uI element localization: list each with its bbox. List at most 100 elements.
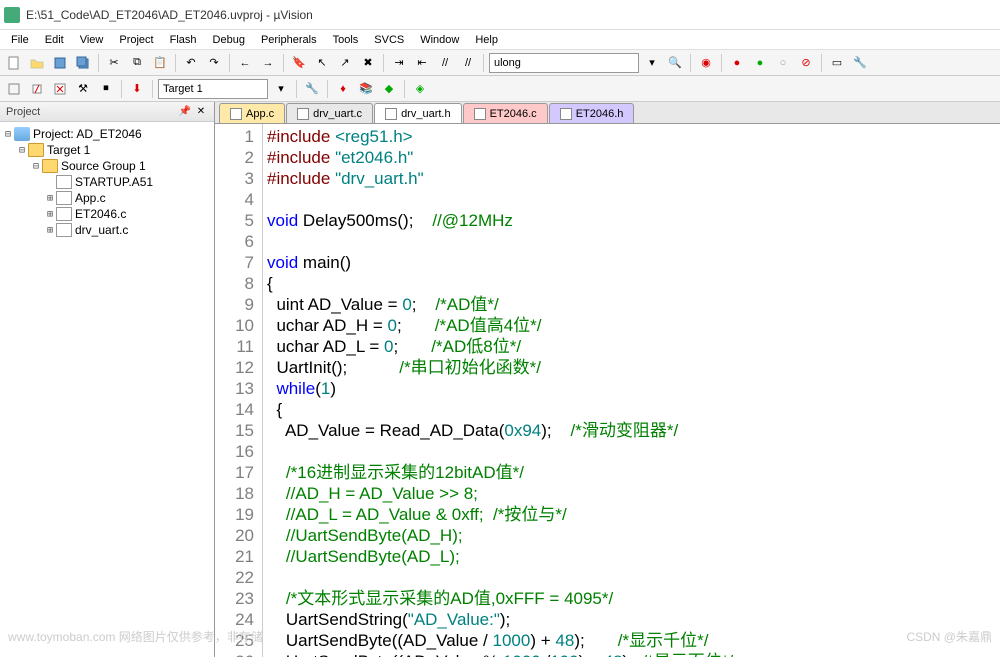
tab-drv_uart-c[interactable]: drv_uart.c — [286, 103, 373, 123]
tab-bar: App.c drv_uart.c drv_uart.h ET2046.c ET2046.… — [215, 102, 1000, 124]
batch-build-icon[interactable]: ⚒ — [73, 79, 93, 99]
project-panel: Project 📌 ✕ ⊟Project: AD_ET2046 ⊟Target … — [0, 102, 215, 657]
editor-area: App.c drv_uart.c drv_uart.h ET2046.c ET2046.… — [215, 102, 1000, 657]
tree-group[interactable]: ⊟Source Group 1 — [2, 158, 212, 174]
books-icon[interactable]: 📚 — [356, 79, 376, 99]
bookmark-prev-icon[interactable]: ↖ — [312, 53, 332, 73]
tree-root[interactable]: ⊟Project: AD_ET2046 — [2, 126, 212, 142]
stop-build-icon[interactable]: ⏹ — [96, 79, 116, 99]
window-icon[interactable]: ▭ — [827, 53, 847, 73]
separator — [721, 54, 722, 72]
main-area: Project 📌 ✕ ⊟Project: AD_ET2046 ⊟Target … — [0, 102, 1000, 657]
find-dropdown-icon[interactable]: ▾ — [642, 53, 662, 73]
tab-App-c[interactable]: App.c — [219, 103, 285, 123]
download-icon[interactable]: ⬇ — [127, 79, 147, 99]
new-file-icon[interactable] — [4, 53, 24, 73]
save-icon[interactable] — [50, 53, 70, 73]
code-content[interactable]: #include <reg51.h>#include "et2046.h"#in… — [263, 124, 1000, 657]
separator — [821, 54, 822, 72]
separator — [152, 80, 153, 98]
panel-pin-icon[interactable]: 📌 — [178, 105, 192, 119]
watermark-left: www.toymoban.com 网络图片仅供参考，非存储 — [8, 628, 263, 645]
separator — [690, 54, 691, 72]
nav-back-icon[interactable]: ← — [235, 53, 255, 73]
redo-icon[interactable]: ↷ — [204, 53, 224, 73]
find-icon[interactable]: 🔍 — [665, 53, 685, 73]
translate-icon[interactable] — [4, 79, 24, 99]
watermark-right: CSDN @朱嘉鼎 — [906, 628, 992, 645]
paste-icon[interactable]: 📋 — [150, 53, 170, 73]
menu-debug[interactable]: Debug — [206, 32, 252, 48]
menu-tools[interactable]: Tools — [326, 32, 366, 48]
target-dropdown-icon[interactable]: ▾ — [271, 79, 291, 99]
tab-label: ET2046.c — [490, 108, 537, 120]
separator — [175, 54, 176, 72]
pack-icon[interactable]: ◆ — [379, 79, 399, 99]
separator — [283, 54, 284, 72]
tree-file[interactable]: ⊞ET2046.c — [2, 206, 212, 222]
options-icon[interactable]: 🔧 — [302, 79, 322, 99]
uncomment-icon[interactable]: // — [458, 53, 478, 73]
file-icon — [385, 108, 397, 120]
target-combo[interactable]: Target 1 — [158, 79, 268, 99]
undo-icon[interactable]: ↶ — [181, 53, 201, 73]
tab-ET2046-h[interactable]: ET2046.h — [549, 103, 635, 123]
debug-icon[interactable]: ◉ — [696, 53, 716, 73]
tree-target[interactable]: ⊟Target 1 — [2, 142, 212, 158]
outdent-icon[interactable]: ⇤ — [412, 53, 432, 73]
separator — [483, 54, 484, 72]
file-icon — [560, 108, 572, 120]
comment-icon[interactable]: // — [435, 53, 455, 73]
rebuild-icon[interactable] — [50, 79, 70, 99]
panel-close-icon[interactable]: ✕ — [194, 105, 208, 119]
menu-edit[interactable]: Edit — [38, 32, 71, 48]
config-icon[interactable]: 🔧 — [850, 53, 870, 73]
bookmark-clear-icon[interactable]: ✖ — [358, 53, 378, 73]
code-editor[interactable]: 1234567891011121314151617181920212223242… — [215, 124, 1000, 657]
project-panel-header: Project 📌 ✕ — [0, 102, 214, 122]
tab-label: ET2046.h — [576, 108, 624, 120]
breakpoint-kill-icon[interactable]: ⊘ — [796, 53, 816, 73]
breakpoint-disable-icon[interactable]: ○ — [773, 53, 793, 73]
tab-label: drv_uart.c — [313, 108, 362, 120]
save-all-icon[interactable] — [73, 53, 93, 73]
indent-icon[interactable]: ⇥ — [389, 53, 409, 73]
app-icon — [4, 7, 20, 23]
cut-icon[interactable]: ✂ — [104, 53, 124, 73]
bookmark-icon[interactable]: 🔖 — [289, 53, 309, 73]
line-gutter: 1234567891011121314151617181920212223242… — [215, 124, 263, 657]
separator — [121, 80, 122, 98]
toolbar-main: ✂ ⧉ 📋 ↶ ↷ ← → 🔖 ↖ ↗ ✖ ⇥ ⇤ // // ulong ▾ … — [0, 50, 1000, 76]
tab-drv_uart-h[interactable]: drv_uart.h — [374, 103, 462, 123]
menu-peripherals[interactable]: Peripherals — [254, 32, 324, 48]
menu-flash[interactable]: Flash — [163, 32, 204, 48]
tab-ET2046-c[interactable]: ET2046.c — [463, 103, 548, 123]
separator — [296, 80, 297, 98]
menu-svcs[interactable]: SVCS — [367, 32, 411, 48]
menu-window[interactable]: Window — [413, 32, 466, 48]
window-title: E:\51_Code\AD_ET2046\AD_ET2046.uvproj - … — [26, 8, 313, 22]
separator — [383, 54, 384, 72]
menu-file[interactable]: File — [4, 32, 36, 48]
copy-icon[interactable]: ⧉ — [127, 53, 147, 73]
breakpoint-enable-icon[interactable]: ● — [750, 53, 770, 73]
rte-icon[interactable]: ◈ — [410, 79, 430, 99]
open-icon[interactable] — [27, 53, 47, 73]
separator — [404, 80, 405, 98]
tab-label: drv_uart.h — [401, 108, 451, 120]
menu-view[interactable]: View — [73, 32, 111, 48]
tree-file[interactable]: STARTUP.A51 — [2, 174, 212, 190]
project-tree[interactable]: ⊟Project: AD_ET2046 ⊟Target 1 ⊟Source Gr… — [0, 122, 214, 657]
search-combo[interactable]: ulong — [489, 53, 639, 73]
breakpoint-insert-icon[interactable]: ● — [727, 53, 747, 73]
project-panel-title: Project — [6, 106, 40, 118]
file-icon — [474, 108, 486, 120]
menu-project[interactable]: Project — [112, 32, 160, 48]
tree-file[interactable]: ⊞App.c — [2, 190, 212, 206]
manage-icon[interactable]: ♦ — [333, 79, 353, 99]
build-icon[interactable] — [27, 79, 47, 99]
menu-help[interactable]: Help — [468, 32, 505, 48]
tree-file[interactable]: ⊞drv_uart.c — [2, 222, 212, 238]
bookmark-next-icon[interactable]: ↗ — [335, 53, 355, 73]
nav-fwd-icon[interactable]: → — [258, 53, 278, 73]
